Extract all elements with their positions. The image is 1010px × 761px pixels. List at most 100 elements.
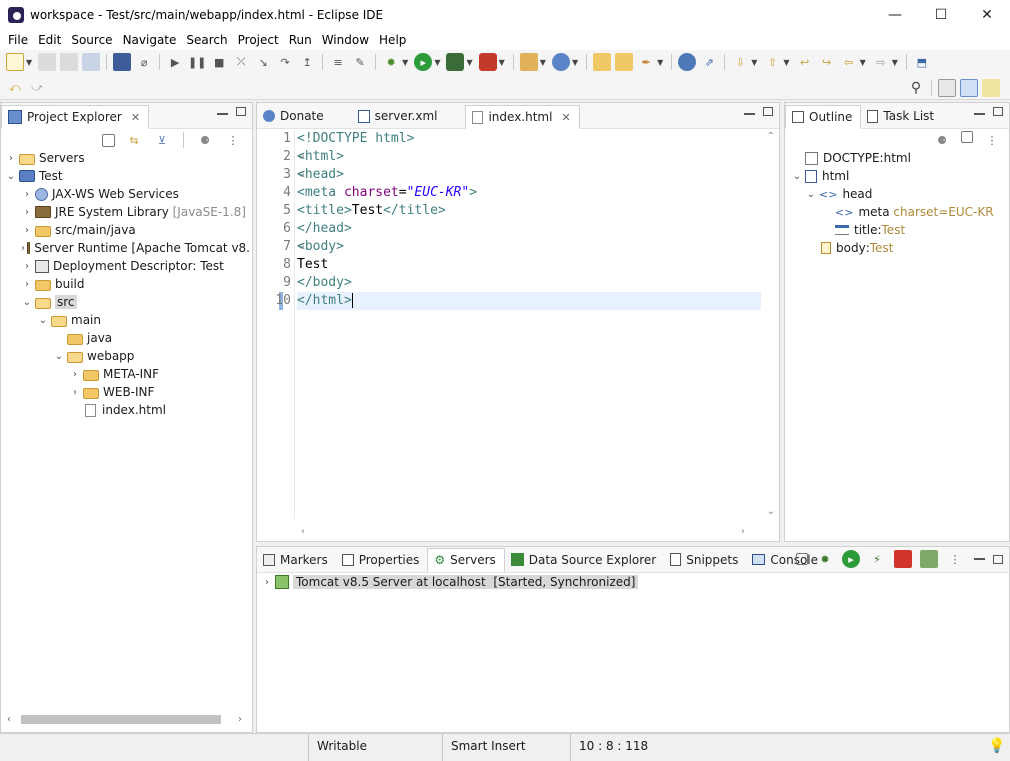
run-dropdown-icon[interactable]: ▼ <box>434 58 440 67</box>
scroll-left-icon[interactable]: ‹ <box>7 714 11 725</box>
select-working-set-icon[interactable]: ⚈ <box>196 131 214 149</box>
maximize-panel-icon[interactable] <box>236 107 246 116</box>
close-icon[interactable]: ✕ <box>561 111 570 124</box>
scroll-right-icon[interactable]: › <box>741 526 745 537</box>
outline-item-doctype[interactable]: DOCTYPE:html <box>791 149 1005 167</box>
skip-breakpoints-icon[interactable]: ⌀ <box>135 53 153 71</box>
terminate-icon[interactable]: ■ <box>210 53 228 71</box>
tree-item-servers[interactable]: › Servers <box>5 149 250 167</box>
run-icon[interactable]: ▸ <box>414 53 433 71</box>
disconnect-icon[interactable]: ⤫ <box>232 53 250 71</box>
last-edit-location-icon[interactable]: ↩ <box>796 53 814 71</box>
search-icon[interactable]: ⚲ <box>907 79 925 97</box>
tab-snippets[interactable]: Snippets <box>664 548 746 572</box>
search-tool-dropdown-icon[interactable]: ▼ <box>657 58 663 67</box>
chevron-down-icon[interactable]: ⌄ <box>53 351 65 362</box>
suspend-icon[interactable]: ❚❚ <box>188 53 206 71</box>
new-java-class-dropdown-icon[interactable]: ▼ <box>572 58 578 67</box>
tree-item-java[interactable]: java <box>5 329 250 347</box>
scroll-left-icon[interactable]: ‹ <box>301 526 305 537</box>
chevron-right-icon[interactable]: › <box>21 243 25 254</box>
back-icon[interactable]: ⇦ <box>840 53 858 71</box>
chevron-down-icon[interactable]: ⌄ <box>791 171 803 182</box>
link-with-editor-icon[interactable]: ⇆ <box>125 131 143 149</box>
close-button[interactable]: ✕ <box>964 0 1010 30</box>
tree-item-webapp[interactable]: ⌄ webapp <box>5 347 250 365</box>
open-perspective-icon[interactable]: ⬒ <box>913 53 931 71</box>
status-cursor-position[interactable]: 10 : 8 : 118 <box>570 734 680 761</box>
filter-icon[interactable]: ⊻ <box>153 131 171 149</box>
tab-servers[interactable]: ⚙ Servers <box>427 548 505 572</box>
outline-item-body[interactable]: body : Test <box>791 239 1005 257</box>
close-icon[interactable]: ✕ <box>131 111 140 124</box>
forward-dropdown-icon[interactable]: ▼ <box>892 58 898 67</box>
open-task-icon[interactable] <box>615 53 634 71</box>
scroll-right-icon[interactable]: › <box>238 714 242 725</box>
use-step-filters-icon[interactable]: ≡ <box>329 53 347 71</box>
menu-search[interactable]: Search <box>181 30 232 50</box>
tab-donate[interactable]: Donate <box>257 104 332 128</box>
maximize-panel-icon[interactable] <box>993 554 1003 564</box>
scroll-down-icon[interactable]: ⌄ <box>767 506 775 517</box>
minimize-panel-icon[interactable] <box>974 558 985 560</box>
menu-navigate[interactable]: Navigate <box>118 30 182 50</box>
chevron-right-icon[interactable]: › <box>21 189 33 200</box>
debug-perspective-icon[interactable] <box>982 79 1000 97</box>
chevron-right-icon[interactable]: › <box>21 261 33 272</box>
external-tools-dropdown-icon[interactable]: ▼ <box>499 58 505 67</box>
menu-project[interactable]: Project <box>233 30 284 50</box>
coverage-icon[interactable] <box>446 53 465 71</box>
tab-index-html[interactable]: index.html ✕ <box>465 105 580 129</box>
debug-dropdown-icon[interactable]: ▼ <box>402 58 408 67</box>
outline-item-html[interactable]: ⌄ html <box>791 167 1005 185</box>
chevron-right-icon[interactable]: › <box>21 279 33 290</box>
scroll-up-icon[interactable]: ⌃ <box>767 131 775 142</box>
search-tool-icon[interactable]: ✒ <box>637 53 655 71</box>
view-menu-icon[interactable]: ⋮ <box>224 131 242 149</box>
chevron-right-icon[interactable]: › <box>261 577 273 588</box>
scrollbar-thumb[interactable] <box>21 715 221 724</box>
tree-item-src-main-java[interactable]: › src/main/java <box>5 221 250 239</box>
chevron-right-icon[interactable]: › <box>21 207 33 218</box>
tab-data-source-explorer[interactable]: Data Source Explorer <box>505 548 664 572</box>
tree-item-index-html[interactable]: index.html <box>5 401 250 419</box>
new-java-class-icon[interactable] <box>551 53 570 71</box>
chevron-down-icon[interactable]: ⌄ <box>37 315 49 326</box>
tree-item-jax-ws[interactable]: › JAX-WS Web Services <box>5 185 250 203</box>
new-dropdown-icon[interactable]: ▼ <box>26 58 32 67</box>
redo-pin-icon[interactable]: ⤻ <box>28 79 46 97</box>
previous-annotation-icon[interactable]: ⇧ <box>763 53 781 71</box>
menu-source[interactable]: Source <box>66 30 117 50</box>
collapse-all-icon[interactable] <box>796 553 808 565</box>
java-ee-perspective-icon[interactable] <box>960 79 978 97</box>
menu-help[interactable]: Help <box>374 30 411 50</box>
horizontal-scrollbar[interactable]: ‹ › <box>7 712 242 726</box>
tab-markers[interactable]: Markers <box>257 548 336 572</box>
lightbulb-icon[interactable]: 💡 <box>980 734 1010 761</box>
step-return-icon[interactable]: ↥ <box>298 53 316 71</box>
tree-item-deployment-descriptor[interactable]: › Deployment Descriptor: Test <box>5 257 250 275</box>
forward-edit-location-icon[interactable]: ↪ <box>818 53 836 71</box>
open-web-browser-icon[interactable] <box>678 53 697 71</box>
forward-icon[interactable]: ⇨ <box>872 53 890 71</box>
tab-server-xml[interactable]: server.xml <box>352 104 446 128</box>
outline-item-head[interactable]: ⌄ <> head <box>791 185 1005 203</box>
view-menu-icon[interactable]: ⋮ <box>983 131 1001 149</box>
step-into-icon[interactable]: ↘ <box>254 53 272 71</box>
print-icon[interactable] <box>82 53 101 71</box>
save-icon[interactable] <box>38 53 57 71</box>
view-menu-icon[interactable]: ⋮ <box>946 550 964 568</box>
back-dropdown-icon[interactable]: ▼ <box>860 58 866 67</box>
next-annotation-dropdown-icon[interactable]: ▼ <box>751 58 757 67</box>
chevron-down-icon[interactable]: ⌄ <box>21 297 33 308</box>
code-editor[interactable]: 1 2 ⊖ 3 ⊖ 4 5 6 7 ⊖ 8 9 10 <!DOCTYPE html> … <box>269 130 761 519</box>
outline-settings-icon[interactable]: ⚈ <box>933 131 951 149</box>
chevron-down-icon[interactable]: ⌄ <box>5 171 17 182</box>
minimize-panel-icon[interactable] <box>744 113 755 115</box>
chevron-right-icon[interactable]: › <box>21 225 33 236</box>
tree-item-build[interactable]: › build <box>5 275 250 293</box>
toggle-mark-occurrences-icon[interactable]: ✎ <box>351 53 369 71</box>
debug-icon[interactable]: ✹ <box>382 53 400 71</box>
open-type-icon[interactable] <box>593 53 612 71</box>
tab-properties[interactable]: Properties <box>336 548 428 572</box>
